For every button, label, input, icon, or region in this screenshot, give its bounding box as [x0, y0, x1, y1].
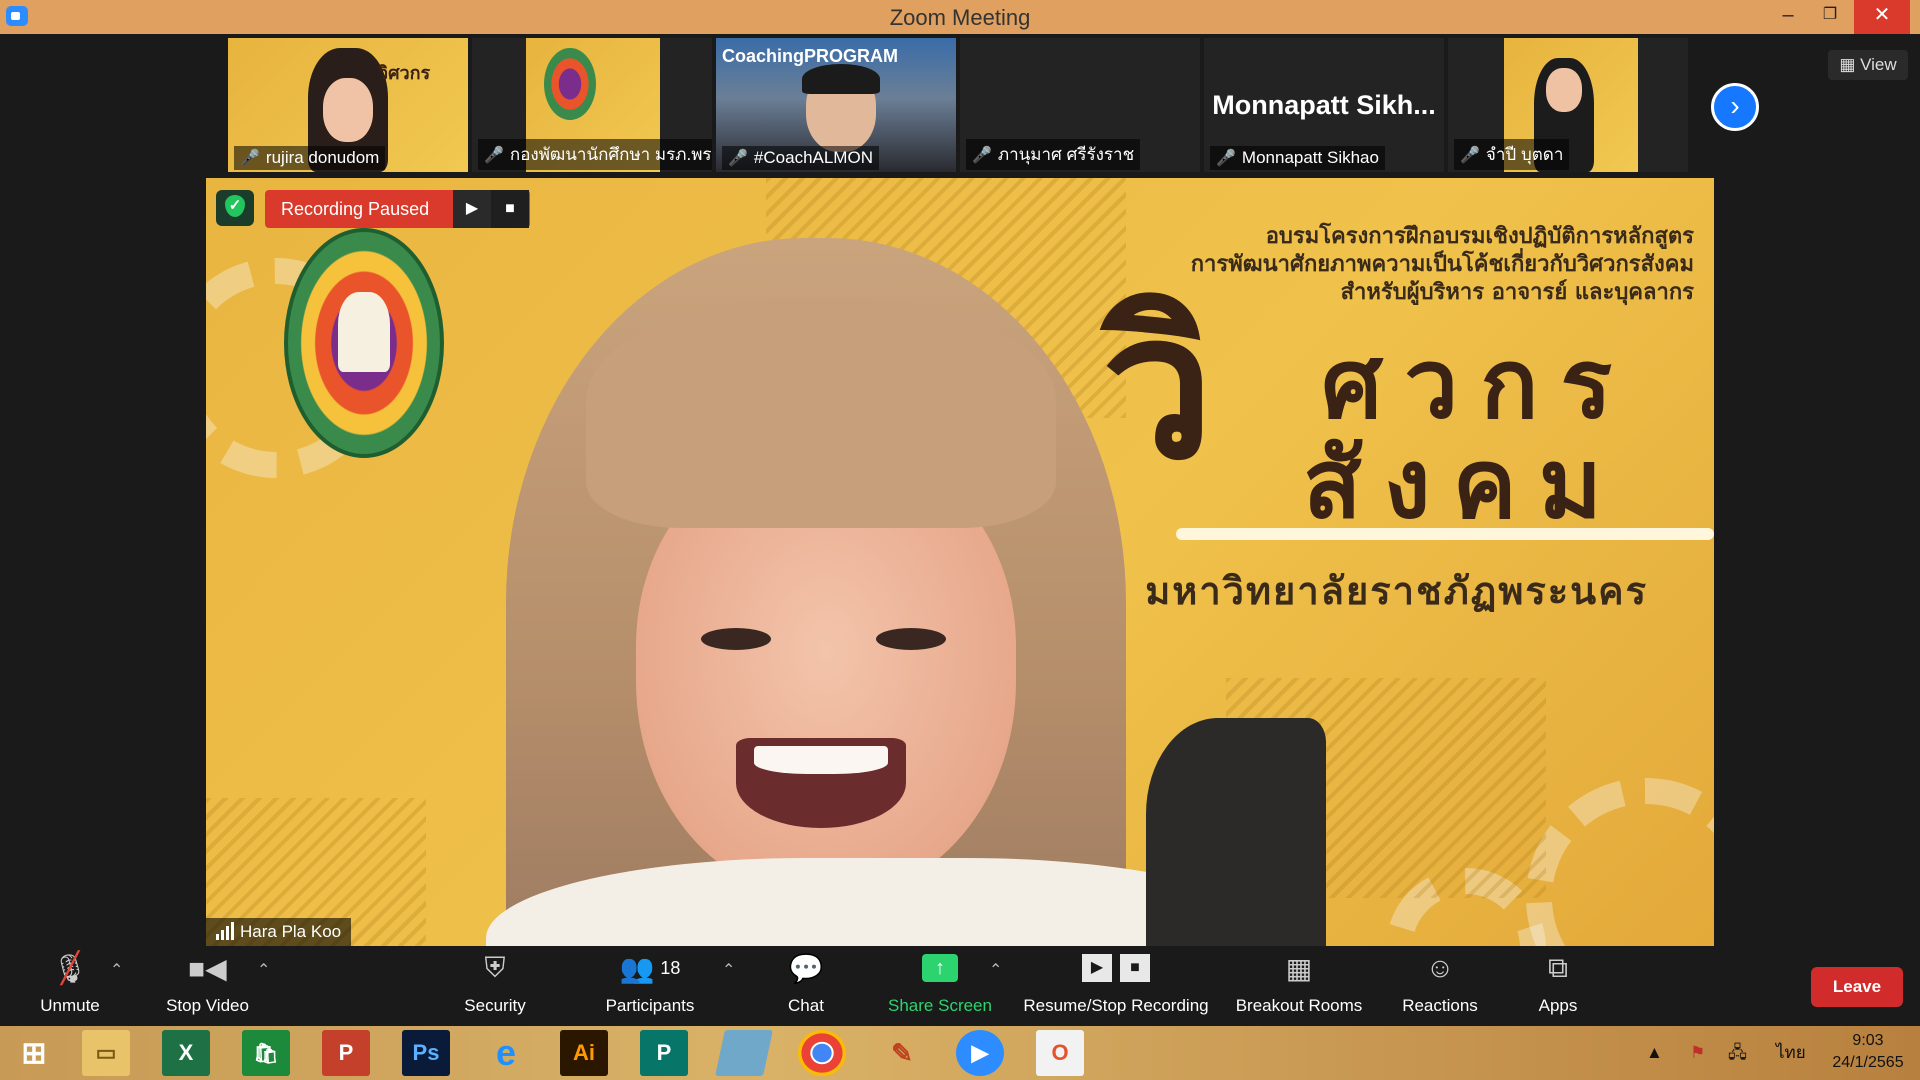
speaker-name-label: Hara Pla Koo — [206, 918, 352, 946]
window-title: Zoom Meeting — [889, 5, 1031, 30]
main-speaker-video: อบรมโครงการฝึกอบรมเชิงปฏิบัติการหลักสูตร… — [206, 178, 1714, 946]
clock-time: 9:03 — [1852, 1032, 1884, 1049]
university-seal — [284, 228, 444, 458]
participant-strip: วิศวกร 🎤 rujira donudom 🎤 กองพัฒนานักศึกษา… — [0, 34, 1920, 174]
recording-status-bar: Recording Paused ▶ ■ — [265, 190, 530, 228]
view-button[interactable]: ▦ View — [1828, 50, 1908, 80]
zoom-taskbar-icon[interactable]: ▶ — [956, 1030, 1004, 1076]
share-options-chevron-icon[interactable]: ⌃ — [989, 960, 1002, 980]
meeting-toolbar: 🎙 ╱ Unmute ⌃ ■◀ Stop Video ⌃ ⛨ Security 👥… — [0, 946, 1920, 1026]
participants-button[interactable]: 👥 18 Participants — [590, 946, 710, 1026]
speaker-person — [426, 238, 1286, 946]
participant-name-label: 🎤 #CoachALMON — [722, 146, 879, 170]
video-options-chevron-icon[interactable]: ⌃ — [257, 960, 270, 980]
language-indicator[interactable]: ไทย — [1776, 1026, 1806, 1080]
photoshop-icon[interactable]: Ps — [402, 1030, 450, 1076]
chrome-icon[interactable] — [798, 1030, 846, 1076]
share-screen-icon: ↑ — [922, 954, 958, 982]
muted-mic-icon: 🎤 — [1216, 150, 1236, 167]
apps-button[interactable]: ⧉ Apps — [1518, 946, 1598, 1026]
grid-icon: ▦ — [1839, 55, 1856, 74]
file-explorer-icon[interactable]: ▭ — [82, 1030, 130, 1076]
resume-stop-recording-button[interactable]: ▶ ■ Resume/Stop Recording — [1016, 946, 1216, 1026]
participant-display-name: Monnapatt Sikh... — [1212, 90, 1436, 120]
chat-bubble-icon: 💬 — [788, 952, 824, 984]
share-screen-button[interactable]: ↑ Share Screen — [880, 946, 1000, 1026]
breakout-grid-icon: ▦ — [1285, 952, 1313, 984]
publisher-icon[interactable]: P — [640, 1030, 688, 1076]
excel-icon[interactable]: X — [162, 1030, 210, 1076]
slide-line-3: สำหรับผู้บริหาร อาจารย์ และบุคลากร — [1340, 280, 1694, 305]
unmute-button[interactable]: 🎙 ╱ Unmute — [20, 946, 120, 1026]
security-shield-icon[interactable] — [216, 190, 254, 226]
coaching-banner-text: CoachingPROGRAM — [722, 46, 899, 66]
restore-button[interactable]: ❐ — [1808, 0, 1852, 34]
muted-mic-icon: 🎤 — [972, 146, 992, 164]
illustrator-icon[interactable]: Ai — [560, 1030, 608, 1076]
system-clock[interactable]: 9:03 24/1/2565 — [1820, 1030, 1916, 1074]
muted-mic-icon: 🎤 — [484, 146, 504, 164]
breakout-rooms-button[interactable]: ▦ Breakout Rooms — [1228, 946, 1370, 1026]
network-icon[interactable]: 🖧 — [1728, 1026, 1747, 1080]
powerpoint-icon[interactable]: P — [322, 1030, 370, 1076]
security-button[interactable]: ⛨ Security — [445, 946, 545, 1026]
close-button[interactable]: ✕ — [1854, 0, 1910, 34]
notepad-icon[interactable] — [715, 1030, 773, 1076]
shield-icon: ⛨ — [484, 951, 506, 983]
participant-tile[interactable]: 🎤 กองพัฒนานักศึกษา มรภ.พร... — [472, 38, 712, 172]
audio-options-chevron-icon[interactable]: ⌃ — [110, 960, 123, 980]
chat-button[interactable]: 💬 Chat — [766, 946, 846, 1026]
stop-recording-button[interactable]: ■ — [491, 190, 529, 228]
participant-name-label: 🎤 จำปี บุตดา — [1454, 139, 1570, 170]
muted-mic-icon: 🎤 — [728, 150, 748, 167]
stop-icon: ■ — [1120, 954, 1150, 982]
tray-chevron-icon[interactable]: ▲ — [1646, 1026, 1663, 1080]
video-camera-icon: ■◀ — [188, 952, 227, 984]
leave-button[interactable]: Leave — [1811, 967, 1903, 1007]
action-center-flag-icon[interactable]: ⚑ — [1690, 1026, 1705, 1080]
resume-recording-button[interactable]: ▶ — [453, 190, 491, 228]
stop-video-button[interactable]: ■◀ Stop Video — [150, 946, 265, 1026]
office-icon[interactable]: O — [1036, 1030, 1084, 1076]
muted-mic-icon: 🎤 — [240, 150, 260, 167]
participants-options-chevron-icon[interactable]: ⌃ — [722, 960, 735, 980]
title-bar: Zoom Meeting – ❐ ✕ — [0, 0, 1920, 34]
participant-tile[interactable]: วิศวกร 🎤 rujira donudom — [228, 38, 468, 172]
paint-icon[interactable]: ✎ — [878, 1030, 926, 1076]
participant-name-label: 🎤 Monnapatt Sikhao — [1210, 146, 1385, 170]
participant-tile[interactable]: Monnapatt Sikh... 🎤 Monnapatt Sikhao — [1204, 38, 1444, 172]
muted-mic-icon: 🎤 — [1460, 146, 1480, 164]
signal-strength-icon — [216, 922, 234, 940]
reactions-button[interactable]: ☺ Reactions — [1390, 946, 1490, 1026]
participant-tile[interactable]: 🎤 จำปี บุตดา — [1448, 38, 1688, 172]
windows-start-icon[interactable]: ⊞ — [10, 1030, 58, 1076]
participants-icon: 👥 — [619, 952, 655, 984]
participant-name-label: 🎤 rujira donudom — [234, 146, 386, 170]
windows-taskbar: ⊞ ▭ X 🛍 P Ps e Ai P ✎ ▶ O ▲ ⚑ 🖧 ไทย 9:03… — [0, 1026, 1920, 1080]
store-icon[interactable]: 🛍 — [242, 1030, 290, 1076]
muted-mic-icon: 🎙 ╱ — [52, 951, 88, 985]
play-icon: ▶ — [1082, 954, 1112, 982]
clock-date: 24/1/2565 — [1832, 1054, 1904, 1071]
next-page-button[interactable]: › — [1711, 83, 1759, 131]
participant-tile[interactable]: 🎤 ภานุมาศ ศรีรังราช — [960, 38, 1200, 172]
participant-tile[interactable]: CoachingPROGRAM 🎤 #CoachALMON — [716, 38, 956, 172]
participants-count: 18 — [660, 957, 681, 978]
recording-status-text: Recording Paused — [281, 198, 430, 219]
participant-name-label: 🎤 ภานุมาศ ศรีรังราช — [966, 139, 1141, 170]
internet-explorer-icon[interactable]: e — [482, 1030, 530, 1076]
gear-decoration — [1526, 778, 1714, 946]
apps-icon: ⧉ — [1548, 951, 1568, 983]
participant-name-label: 🎤 กองพัฒนานักศึกษา มรภ.พร... — [478, 139, 712, 170]
minimize-button[interactable]: – — [1766, 0, 1810, 34]
slide-divider — [1176, 528, 1714, 540]
smiley-plus-icon: ☺ — [1425, 952, 1455, 983]
